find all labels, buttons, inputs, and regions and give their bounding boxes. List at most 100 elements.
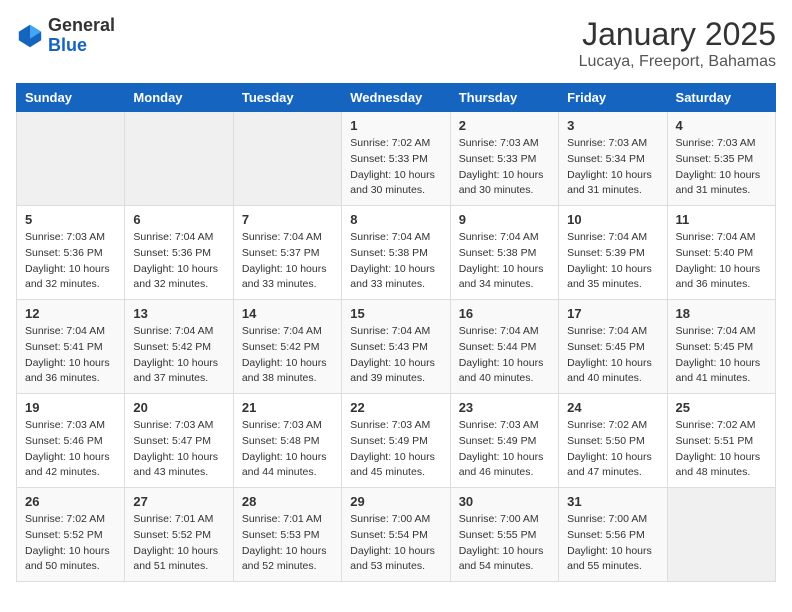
calendar-cell: 17 Sunrise: 7:04 AMSunset: 5:45 PMDayligh… xyxy=(559,300,667,394)
day-number: 2 xyxy=(459,118,550,133)
calendar-cell xyxy=(667,488,775,582)
calendar-header: SundayMondayTuesdayWednesdayThursdayFrid… xyxy=(17,84,776,112)
page-title: January 2025 xyxy=(579,16,776,53)
day-info: Sunrise: 7:01 AMSunset: 5:53 PMDaylight:… xyxy=(242,512,333,575)
day-number: 6 xyxy=(133,212,224,227)
day-number: 16 xyxy=(459,306,550,321)
calendar-cell: 8Sunrise: 7:04 AMSunset: 5:38 PMDaylight… xyxy=(342,206,450,300)
day-number: 23 xyxy=(459,400,550,415)
day-number: 25 xyxy=(676,400,767,415)
calendar-cell: 14 Sunrise: 7:04 AMSunset: 5:42 PMDayligh… xyxy=(233,300,341,394)
day-info: Sunrise: 7:00 AMSunset: 5:54 PMDaylight:… xyxy=(350,512,441,575)
calendar-body: 1 Sunrise: 7:02 AMSunset: 5:33 PMDaylight… xyxy=(17,112,776,582)
col-header-wednesday: Wednesday xyxy=(342,84,450,112)
day-info: Sunrise: 7:02 AMSunset: 5:51 PMDaylight:… xyxy=(676,418,767,481)
calendar-cell: 25 Sunrise: 7:02 AMSunset: 5:51 PMDayligh… xyxy=(667,394,775,488)
col-header-thursday: Thursday xyxy=(450,84,558,112)
day-info: Sunrise: 7:02 AMSunset: 5:50 PMDaylight:… xyxy=(567,418,658,481)
day-info: Sunrise: 7:00 AMSunset: 5:55 PMDaylight:… xyxy=(459,512,550,575)
calendar-cell: 11 Sunrise: 7:04 AMSunset: 5:40 PMDayligh… xyxy=(667,206,775,300)
day-info: Sunrise: 7:00 AMSunset: 5:56 PMDaylight:… xyxy=(567,512,658,575)
day-number: 21 xyxy=(242,400,333,415)
calendar-cell: 15Sunrise: 7:04 AMSunset: 5:43 PMDayligh… xyxy=(342,300,450,394)
calendar-table: SundayMondayTuesdayWednesdayThursdayFrid… xyxy=(16,83,776,582)
day-number: 28 xyxy=(242,494,333,509)
calendar-cell: 31 Sunrise: 7:00 AMSunset: 5:56 PMDayligh… xyxy=(559,488,667,582)
day-number: 31 xyxy=(567,494,658,509)
day-number: 20 xyxy=(133,400,224,415)
day-info: Sunrise: 7:02 AMSunset: 5:33 PMDaylight:… xyxy=(350,136,441,199)
col-header-saturday: Saturday xyxy=(667,84,775,112)
calendar-cell: 27 Sunrise: 7:01 AMSunset: 5:52 PMDayligh… xyxy=(125,488,233,582)
day-number: 12 xyxy=(25,306,116,321)
calendar-cell: 28 Sunrise: 7:01 AMSunset: 5:53 PMDayligh… xyxy=(233,488,341,582)
day-info: Sunrise: 7:04 AMSunset: 5:42 PMDaylight:… xyxy=(133,324,224,387)
day-info: Sunrise: 7:04 AMSunset: 5:36 PMDaylight:… xyxy=(133,230,224,293)
col-header-tuesday: Tuesday xyxy=(233,84,341,112)
day-number: 3 xyxy=(567,118,658,133)
day-number: 7 xyxy=(242,212,333,227)
calendar-week-5: 26 Sunrise: 7:02 AMSunset: 5:52 PMDayligh… xyxy=(17,488,776,582)
calendar-cell: 5Sunrise: 7:03 AMSunset: 5:36 PMDaylight… xyxy=(17,206,125,300)
logo-blue: Blue xyxy=(48,36,115,56)
logo: General Blue xyxy=(16,16,115,56)
logo-text: General Blue xyxy=(48,16,115,56)
day-info: Sunrise: 7:04 AMSunset: 5:40 PMDaylight:… xyxy=(676,230,767,293)
col-header-friday: Friday xyxy=(559,84,667,112)
day-info: Sunrise: 7:03 AMSunset: 5:34 PMDaylight:… xyxy=(567,136,658,199)
day-info: Sunrise: 7:04 AMSunset: 5:44 PMDaylight:… xyxy=(459,324,550,387)
calendar-cell: 3 Sunrise: 7:03 AMSunset: 5:34 PMDaylight… xyxy=(559,112,667,206)
calendar-cell: 21Sunrise: 7:03 AMSunset: 5:48 PMDayligh… xyxy=(233,394,341,488)
calendar-cell: 2Sunrise: 7:03 AMSunset: 5:33 PMDaylight… xyxy=(450,112,558,206)
day-info: Sunrise: 7:01 AMSunset: 5:52 PMDaylight:… xyxy=(133,512,224,575)
day-info: Sunrise: 7:03 AMSunset: 5:46 PMDaylight:… xyxy=(25,418,116,481)
day-number: 1 xyxy=(350,118,441,133)
day-info: Sunrise: 7:03 AMSunset: 5:49 PMDaylight:… xyxy=(459,418,550,481)
day-info: Sunrise: 7:04 AMSunset: 5:38 PMDaylight:… xyxy=(350,230,441,293)
calendar-cell: 18Sunrise: 7:04 AMSunset: 5:45 PMDayligh… xyxy=(667,300,775,394)
calendar-cell: 1 Sunrise: 7:02 AMSunset: 5:33 PMDaylight… xyxy=(342,112,450,206)
day-number: 26 xyxy=(25,494,116,509)
day-number: 24 xyxy=(567,400,658,415)
calendar-cell: 10Sunrise: 7:04 AMSunset: 5:39 PMDayligh… xyxy=(559,206,667,300)
calendar-cell: 26 Sunrise: 7:02 AMSunset: 5:52 PMDayligh… xyxy=(17,488,125,582)
day-info: Sunrise: 7:04 AMSunset: 5:45 PMDaylight:… xyxy=(676,324,767,387)
day-info: Sunrise: 7:03 AMSunset: 5:47 PMDaylight:… xyxy=(133,418,224,481)
calendar-cell: 22Sunrise: 7:03 AMSunset: 5:49 PMDayligh… xyxy=(342,394,450,488)
page-subtitle: Lucaya, Freeport, Bahamas xyxy=(579,53,776,71)
logo-icon xyxy=(16,22,44,50)
day-info: Sunrise: 7:04 AMSunset: 5:41 PMDaylight:… xyxy=(25,324,116,387)
day-info: Sunrise: 7:04 AMSunset: 5:45 PMDaylight:… xyxy=(567,324,658,387)
calendar-week-4: 19 Sunrise: 7:03 AMSunset: 5:46 PMDayligh… xyxy=(17,394,776,488)
calendar-cell xyxy=(17,112,125,206)
day-number: 11 xyxy=(676,212,767,227)
day-info: Sunrise: 7:03 AMSunset: 5:35 PMDaylight:… xyxy=(676,136,767,199)
day-info: Sunrise: 7:02 AMSunset: 5:52 PMDaylight:… xyxy=(25,512,116,575)
day-number: 14 xyxy=(242,306,333,321)
calendar-week-3: 12 Sunrise: 7:04 AMSunset: 5:41 PMDayligh… xyxy=(17,300,776,394)
calendar-cell: 13 Sunrise: 7:04 AMSunset: 5:42 PMDayligh… xyxy=(125,300,233,394)
calendar-cell: 19 Sunrise: 7:03 AMSunset: 5:46 PMDayligh… xyxy=(17,394,125,488)
day-info: Sunrise: 7:04 AMSunset: 5:37 PMDaylight:… xyxy=(242,230,333,293)
day-info: Sunrise: 7:03 AMSunset: 5:49 PMDaylight:… xyxy=(350,418,441,481)
calendar-cell: 6 Sunrise: 7:04 AMSunset: 5:36 PMDaylight… xyxy=(125,206,233,300)
day-info: Sunrise: 7:04 AMSunset: 5:39 PMDaylight:… xyxy=(567,230,658,293)
header-row: SundayMondayTuesdayWednesdayThursdayFrid… xyxy=(17,84,776,112)
day-number: 17 xyxy=(567,306,658,321)
title-block: January 2025 Lucaya, Freeport, Bahamas xyxy=(579,16,776,71)
day-info: Sunrise: 7:04 AMSunset: 5:42 PMDaylight:… xyxy=(242,324,333,387)
calendar-cell: 20 Sunrise: 7:03 AMSunset: 5:47 PMDayligh… xyxy=(125,394,233,488)
logo-general: General xyxy=(48,16,115,36)
day-number: 19 xyxy=(25,400,116,415)
calendar-cell xyxy=(125,112,233,206)
calendar-cell xyxy=(233,112,341,206)
day-number: 27 xyxy=(133,494,224,509)
calendar-cell: 4 Sunrise: 7:03 AMSunset: 5:35 PMDaylight… xyxy=(667,112,775,206)
day-number: 13 xyxy=(133,306,224,321)
calendar-week-2: 5Sunrise: 7:03 AMSunset: 5:36 PMDaylight… xyxy=(17,206,776,300)
calendar-cell: 29Sunrise: 7:00 AMSunset: 5:54 PMDayligh… xyxy=(342,488,450,582)
day-number: 15 xyxy=(350,306,441,321)
day-number: 30 xyxy=(459,494,550,509)
day-number: 9 xyxy=(459,212,550,227)
day-number: 4 xyxy=(676,118,767,133)
